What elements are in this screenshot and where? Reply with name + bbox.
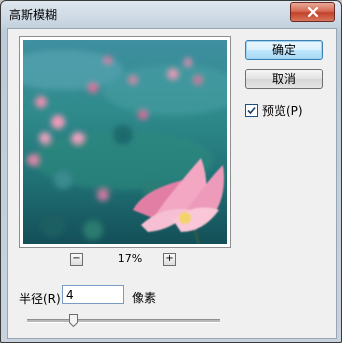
ok-button[interactable]: 确定: [245, 40, 323, 60]
preview-frame: [19, 36, 231, 248]
zoom-controls: − 17% +: [70, 252, 190, 266]
radius-input[interactable]: [62, 285, 124, 304]
checkmark-icon: [247, 106, 256, 115]
title-bar[interactable]: 高斯模糊: [1, 1, 341, 27]
zoom-out-button[interactable]: −: [70, 253, 83, 266]
zoom-level: 17%: [117, 252, 143, 265]
dialog-title: 高斯模糊: [9, 8, 58, 22]
radius-slider-thumb[interactable]: [68, 314, 78, 327]
preview-checkbox[interactable]: [245, 104, 258, 117]
cancel-button[interactable]: 取消: [245, 69, 323, 89]
preview-image[interactable]: [23, 40, 227, 244]
preview-toggle[interactable]: 预览(P): [245, 102, 303, 119]
radius-label: 半径(R):: [19, 292, 65, 306]
close-button[interactable]: [290, 2, 335, 22]
close-icon: [307, 6, 318, 18]
dialog-window: 高斯模糊 确定 取消 预览(P) − 17% + 半径(R): 4 像素: [0, 0, 342, 343]
preview-label: 预览(P): [262, 104, 303, 118]
radius-unit: 像素: [132, 291, 157, 305]
radius-slider-track[interactable]: [27, 319, 220, 323]
zoom-in-button[interactable]: +: [163, 253, 176, 266]
dialog-body: 确定 取消 预览(P) − 17% + 半径(R): 像素: [7, 28, 337, 339]
